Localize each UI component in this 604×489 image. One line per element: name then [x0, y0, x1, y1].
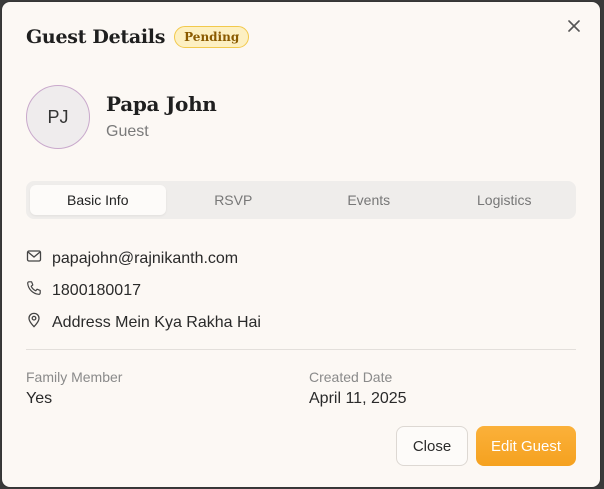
phone-row: 1800180017: [26, 280, 141, 301]
tab-bar: Basic Info RSVP Events Logistics: [26, 181, 576, 219]
guest-name: Papa John: [106, 92, 217, 116]
created-date-label: Created Date: [309, 369, 393, 385]
address-value: Address Mein Kya Rakha Hai: [52, 313, 261, 331]
email-row: papajohn@rajnikanth.com: [26, 248, 238, 269]
tab-basic-info[interactable]: Basic Info: [30, 185, 166, 215]
avatar: PJ: [26, 85, 90, 149]
family-member-value: Yes: [26, 390, 53, 407]
tab-events[interactable]: Events: [301, 185, 437, 215]
phone-icon: [26, 280, 42, 301]
tab-logistics[interactable]: Logistics: [437, 185, 573, 215]
map-pin-icon: [26, 312, 42, 333]
email-value: papajohn@rajnikanth.com: [52, 249, 239, 267]
mail-icon: [26, 248, 42, 269]
guest-role: Guest: [106, 123, 149, 140]
tab-rsvp[interactable]: RSVP: [166, 185, 302, 215]
dialog-header: Guest Details Pending: [26, 26, 250, 48]
close-button[interactable]: Close: [396, 426, 468, 466]
guest-details-dialog: Guest Details Pending PJ Papa John Guest…: [2, 2, 600, 487]
dialog-title: Guest Details: [26, 26, 166, 48]
status-badge: Pending: [174, 26, 250, 48]
family-member-label: Family Member: [26, 369, 123, 385]
address-row: Address Mein Kya Rakha Hai: [26, 312, 261, 333]
edit-guest-button[interactable]: Edit Guest: [476, 426, 576, 466]
phone-value: 1800180017: [52, 281, 141, 299]
close-icon[interactable]: [564, 16, 584, 36]
created-date-value: April 11, 2025: [309, 390, 407, 407]
divider: [26, 349, 576, 350]
